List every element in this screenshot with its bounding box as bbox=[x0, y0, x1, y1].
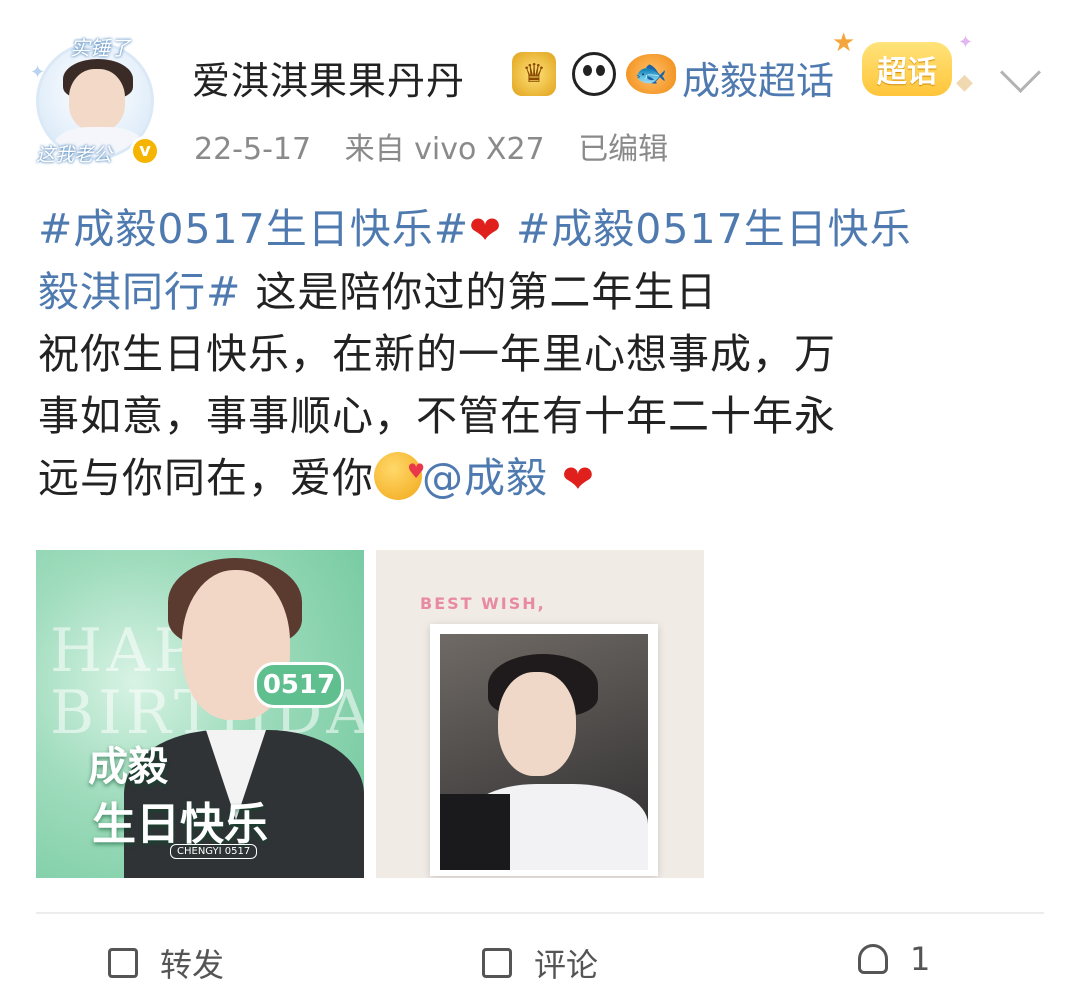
verified-badge-icon: v bbox=[130, 136, 160, 166]
post-date: 22-5-17 bbox=[194, 132, 312, 167]
polaroid-frame bbox=[430, 624, 658, 876]
post-image-2[interactable]: BEST WISH, bbox=[376, 550, 704, 878]
heart-icon: ❤ bbox=[562, 457, 595, 501]
sparkle-icon: ✦ bbox=[958, 32, 974, 53]
image-wish-text: BEST WISH, bbox=[420, 594, 546, 613]
post-text-segment: 这是陪你过的第二年生日 bbox=[241, 268, 718, 316]
kiss-emoji-icon bbox=[374, 440, 426, 502]
fish-icon[interactable]: 🐟 bbox=[626, 54, 676, 94]
image-date-tag: 0517 bbox=[254, 662, 344, 708]
comment-icon bbox=[482, 948, 512, 978]
polaroid-photo bbox=[440, 634, 648, 870]
post-image-1[interactable]: HAPPYBIRTHDAY 0517 成毅 生日快乐 CHENGYI 0517 bbox=[36, 550, 364, 878]
crown-badge-icon[interactable]: ♛ bbox=[512, 52, 556, 96]
user-avatar[interactable]: 实锤了 这我老公 ✦ v bbox=[30, 32, 160, 168]
image-title-greeting: 生日快乐 bbox=[92, 799, 268, 850]
post-meta: 22-5-17 来自 vivo X27 已编辑 bbox=[194, 124, 692, 168]
avatar-text-top: 实锤了 bbox=[70, 36, 130, 60]
comment-button[interactable]: 评论 bbox=[482, 940, 598, 986]
repost-button[interactable]: 转发 bbox=[108, 940, 224, 986]
post-line-3: 祝你生日快乐，在新的一年里心想事成，万 bbox=[38, 330, 836, 378]
post-line-4: 事如意，事事顺心，不管在有十年二十年永 bbox=[38, 392, 836, 440]
panda-icon[interactable] bbox=[572, 52, 616, 96]
image-person-jacket bbox=[440, 794, 510, 870]
image-person-face bbox=[498, 672, 576, 776]
hashtag-link[interactable]: 毅淇同行# bbox=[38, 268, 241, 316]
hashtag-link[interactable]: #成毅0517生日快乐# bbox=[38, 205, 469, 253]
like-button[interactable]: 1 bbox=[858, 940, 930, 978]
comment-label: 评论 bbox=[534, 946, 599, 984]
chevron-down-icon[interactable] bbox=[999, 51, 1042, 94]
repost-label: 转发 bbox=[160, 946, 225, 984]
divider bbox=[36, 912, 1044, 914]
post-text-segment: 远与你同在，爱你 bbox=[38, 454, 374, 502]
post-line-2: 毅淇同行# 这是陪你过的第二年生日 bbox=[38, 261, 1048, 323]
like-icon bbox=[858, 944, 888, 974]
star-icon: ★ bbox=[832, 28, 856, 58]
supertopic-badge[interactable]: 超话 bbox=[862, 42, 952, 96]
post-line-1: #成毅0517生日快乐#❤ #成毅0517生日快乐 bbox=[38, 198, 1048, 261]
avatar-face bbox=[69, 69, 125, 131]
post-line-5: 远与你同在，爱你 @成毅 ❤ bbox=[38, 440, 1048, 510]
repost-icon bbox=[108, 948, 138, 978]
post-text: #成毅0517生日快乐#❤ #成毅0517生日快乐 毅淇同行# 这是陪你过的第二… bbox=[38, 198, 1048, 510]
hashtag-link[interactable]: #成毅0517生日快乐 bbox=[516, 205, 912, 253]
mention-link[interactable]: @成毅 bbox=[422, 454, 548, 502]
edited-label[interactable]: 已编辑 bbox=[578, 132, 668, 167]
avatar-text-bottom: 这我老公 bbox=[36, 144, 113, 166]
action-bar: 转发 评论 1 bbox=[0, 936, 1080, 984]
image-small-label: CHENGYI 0517 bbox=[170, 844, 258, 859]
like-count: 1 bbox=[910, 940, 931, 978]
post-source: 来自 vivo X27 bbox=[344, 132, 545, 167]
heart-icon: ❤ bbox=[469, 208, 502, 252]
supertopic-link[interactable]: 成毅超话 bbox=[682, 50, 834, 105]
sparkle-icon: ✦ bbox=[30, 62, 46, 83]
image-title-name: 成毅 bbox=[88, 744, 168, 790]
gem-icon: ◆ bbox=[956, 70, 973, 95]
username[interactable]: 爱淇淇果果丹丹 bbox=[192, 50, 465, 105]
